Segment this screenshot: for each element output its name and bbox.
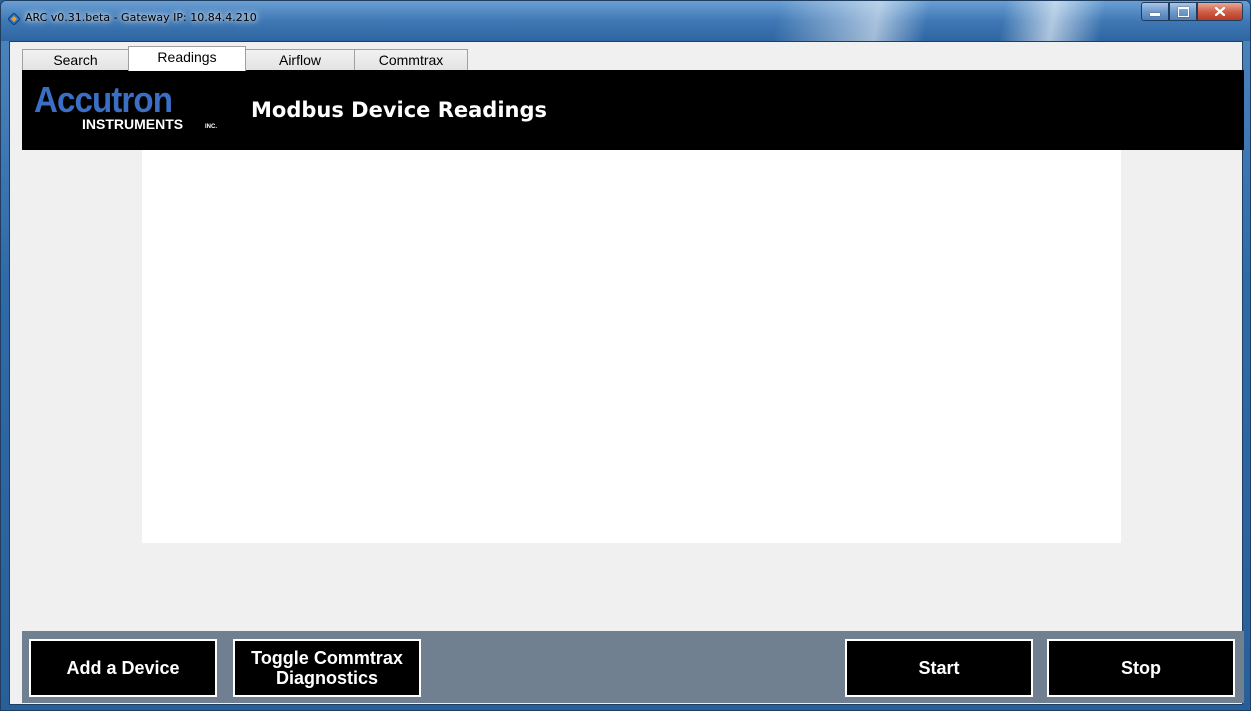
action-bar: Add a Device Toggle Commtrax Diagnostics… xyxy=(22,631,1244,703)
start-button[interactable]: Start xyxy=(845,639,1033,697)
readings-panel xyxy=(142,150,1121,543)
tab-airflow[interactable]: Airflow xyxy=(245,49,355,70)
app-window: ARC v0.31.beta - Gateway IP: 10.84.4.210… xyxy=(0,0,1251,711)
window-controls xyxy=(1141,2,1243,21)
logo-inc: INC. xyxy=(205,124,217,130)
add-device-button[interactable]: Add a Device xyxy=(29,639,217,697)
minimize-icon xyxy=(1150,13,1160,16)
tab-commtrax[interactable]: Commtrax xyxy=(354,49,468,70)
toggle-diagnostics-button[interactable]: Toggle Commtrax Diagnostics xyxy=(233,639,421,697)
maximize-button[interactable] xyxy=(1169,2,1197,21)
page-header: Accutron INSTRUMENTS INC. Modbus Device … xyxy=(22,70,1244,150)
title-bar[interactable]: ARC v0.31.beta - Gateway IP: 10.84.4.210 xyxy=(1,1,1250,41)
client-area: Search Readings Airflow Commtrax Accutro… xyxy=(9,41,1244,705)
tab-strip: Search Readings Airflow Commtrax xyxy=(22,46,468,71)
page-title: Modbus Device Readings xyxy=(251,98,548,122)
tab-readings[interactable]: Readings xyxy=(128,46,246,71)
window-title: ARC v0.31.beta - Gateway IP: 10.84.4.210 xyxy=(25,11,257,24)
logo-wordmark: Accutron xyxy=(34,79,173,120)
minimize-button[interactable] xyxy=(1141,2,1169,21)
logo-subtitle: INSTRUMENTS xyxy=(82,116,184,132)
arc-app-icon xyxy=(8,13,20,25)
stop-button[interactable]: Stop xyxy=(1047,639,1235,697)
tab-search[interactable]: Search xyxy=(22,49,129,70)
close-button[interactable] xyxy=(1197,2,1243,21)
accutron-logo: Accutron INSTRUMENTS INC. xyxy=(34,82,234,142)
maximize-icon xyxy=(1177,6,1189,17)
close-icon xyxy=(1215,7,1225,16)
